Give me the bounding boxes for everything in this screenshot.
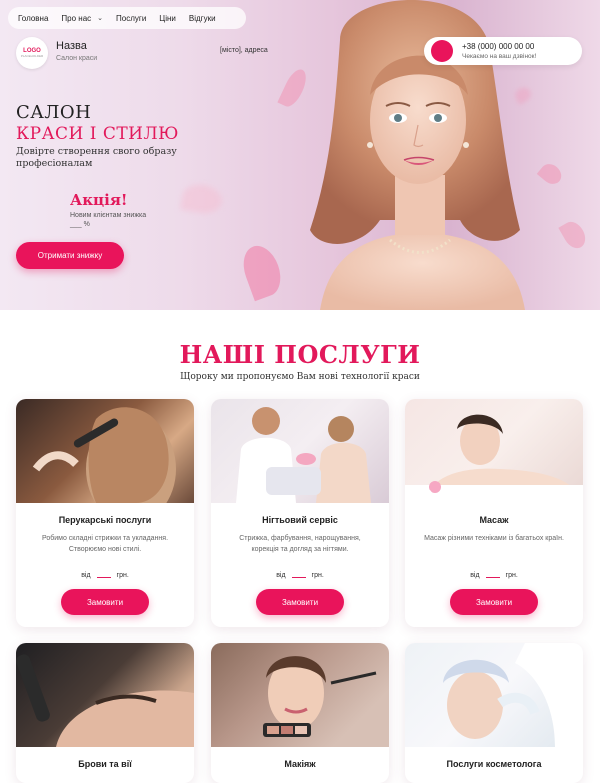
price-from-label: від — [470, 572, 480, 579]
cosmetologist-photo — [405, 643, 583, 747]
nav-item-home[interactable]: Головна — [18, 14, 48, 23]
order-button[interactable]: Замовити — [256, 589, 344, 615]
service-price: від грн. — [405, 572, 583, 579]
services-title: НАШІ ПОСЛУГИ — [179, 340, 421, 369]
petal-decor — [237, 240, 287, 302]
nail-service-photo — [211, 399, 389, 503]
price-blank — [485, 577, 500, 578]
service-card-title: Брови та вії — [78, 759, 132, 769]
logo[interactable]: LOGO PLACEHOLDER — [16, 37, 48, 69]
nav-item-about-label: Про нас — [61, 13, 92, 23]
petal-decor — [179, 181, 225, 217]
service-card-desc: Стрижка, фарбування, нарощування, корекц… — [239, 535, 361, 553]
service-card: Масаж Масаж різними техніками із багатьо… — [405, 399, 583, 627]
brows-lashes-photo — [16, 643, 194, 747]
hero-tagline: Довірте створення свого образу професіон… — [16, 146, 177, 169]
service-card-desc: Масаж різними техніками із багатьох краї… — [424, 535, 564, 542]
service-card-desc: Робимо складні стрижки та укладання. Ств… — [41, 535, 169, 553]
hero-section: Головна Про нас ⌄ Послуги Ціни Відгуки LO… — [0, 0, 600, 310]
service-card-title: Макіяж — [284, 759, 316, 769]
service-card-title: Перукарські послуги — [58, 515, 152, 525]
service-card-title: Послуги косметолога — [446, 759, 542, 769]
top-nav: Головна Про нас ⌄ Послуги Ціни Відгуки — [8, 7, 246, 29]
phone-callback-text: Чекаємо на ваш дзвінок! — [462, 53, 537, 60]
price-from-label: від — [276, 572, 286, 579]
phone-number: +38 (000) 000 00 00 — [462, 42, 535, 51]
brand-name: Назва — [56, 40, 87, 52]
order-button[interactable]: Замовити — [61, 589, 149, 615]
service-card: Нігтьовий сервіс Стрижка, фарбування, на… — [211, 399, 389, 627]
service-card: Макіяж — [211, 643, 389, 783]
promo-text: Новим клієнтам знижка ___ % — [70, 212, 147, 228]
hero-title-line1: САЛОН — [16, 102, 92, 123]
price-currency: грн. — [505, 572, 518, 579]
petal-decor — [536, 160, 566, 188]
nav-item-services[interactable]: Послуги — [116, 14, 146, 23]
phone-contact[interactable]: +38 (000) 000 00 00 Чекаємо на ваш дзвін… — [424, 37, 582, 65]
makeup-photo — [211, 643, 389, 747]
nav-item-prices[interactable]: Ціни — [159, 14, 176, 23]
brand-subtitle: Салон краси — [56, 55, 98, 62]
price-blank — [291, 577, 306, 578]
phone-icon — [431, 40, 453, 62]
service-card: Перукарські послуги Робимо складні стриж… — [16, 399, 194, 627]
promo-title: Акція! — [70, 191, 128, 209]
nav-item-about[interactable]: Про нас ⌄ — [61, 14, 103, 23]
address-text: [місто], адреса — [220, 47, 268, 54]
chevron-down-icon: ⌄ — [97, 15, 104, 22]
service-card: Брови та вії — [16, 643, 194, 783]
order-button[interactable]: Замовити — [450, 589, 538, 615]
nav-item-reviews[interactable]: Відгуки — [189, 14, 216, 23]
price-blank — [96, 577, 111, 578]
price-from-label: від — [81, 572, 91, 579]
service-card-title: Масаж — [479, 515, 509, 525]
petal-decor — [558, 217, 590, 253]
service-price: від грн. — [16, 572, 194, 579]
service-card-title: Нігтьовий сервіс — [262, 515, 338, 525]
massage-photo — [405, 399, 583, 503]
price-currency: грн. — [311, 572, 324, 579]
logo-subtext: PLACEHOLDER — [20, 54, 44, 58]
service-price: від грн. — [211, 572, 389, 579]
price-currency: грн. — [116, 572, 129, 579]
get-discount-button[interactable]: Отримати знижку — [16, 242, 124, 269]
services-subtitle: Щороку ми пропонуємо Вам нові технології… — [180, 372, 420, 382]
hairdresser-photo — [16, 399, 194, 503]
hero-title-line2: КРАСИ І СТИЛЮ — [16, 124, 179, 144]
service-card: Послуги косметолога — [405, 643, 583, 783]
